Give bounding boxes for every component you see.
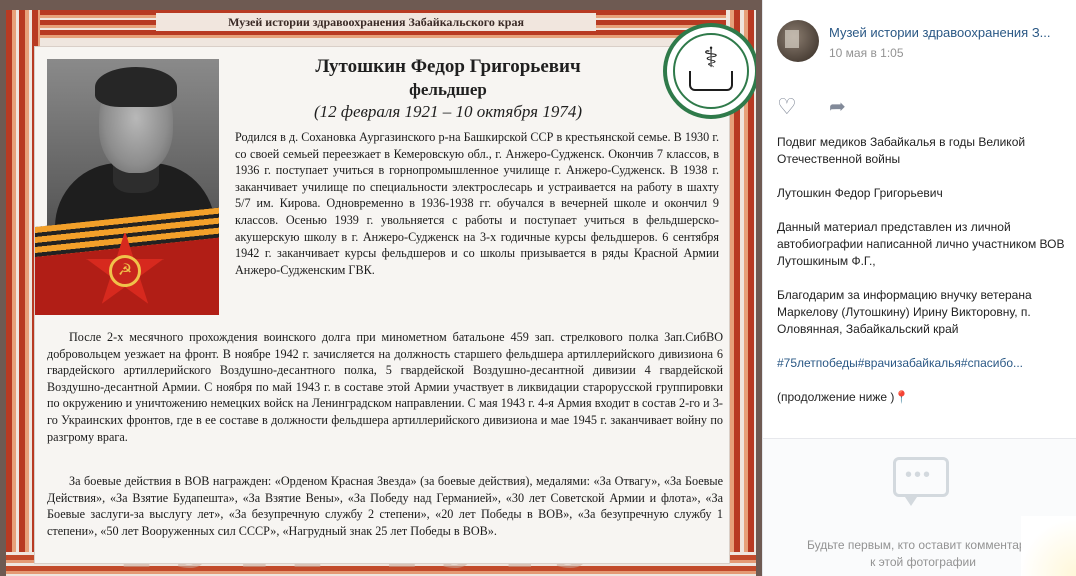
order-of-patriotic-war-icon: ☭ bbox=[35, 207, 219, 315]
post-text-line: Лутошкин Федор Григорьевич bbox=[777, 186, 943, 200]
post-text-line: Данный материал представлен из личной ав… bbox=[777, 220, 1065, 268]
post-actions: ♡ ➦ bbox=[777, 96, 897, 120]
biography-paragraph-2: После 2-х месячного прохождения воинског… bbox=[47, 330, 723, 444]
biography-paragraph-3: За боевые действия в ВОВ награжден: «Орд… bbox=[47, 474, 723, 538]
poster-title-block: Лутошкин Федор Григорьевич фельдшер (12 … bbox=[233, 55, 663, 123]
hashtags-link[interactable]: #75летпобеды#врачизабайкалья#спасибо... bbox=[777, 355, 1067, 372]
biography-card: ☭ ⚕ Лутошкин Федор Григорьевич фельдшер … bbox=[34, 23, 756, 564]
corner-glow bbox=[1021, 516, 1076, 576]
share-arrow-icon[interactable]: ➦ bbox=[829, 96, 855, 118]
post-date[interactable]: 10 мая в 1:05 bbox=[829, 46, 904, 60]
post-text: Подвиг медиков Забайкалья в годы Великой… bbox=[777, 134, 1067, 406]
person-role: фельдшер bbox=[409, 80, 487, 99]
biography-paragraph-1: Родился в д. Сохановка Аургазинского р-н… bbox=[235, 130, 719, 277]
memorial-poster: 1941 1945 Музей истории здравоохранения … bbox=[6, 10, 756, 576]
author-name-link[interactable]: Музей истории здравоохранения З... bbox=[829, 25, 1067, 40]
comment-bubble-icon: ••• bbox=[893, 457, 953, 509]
post-text-line: Подвиг медиков Забайкалья в годы Великой… bbox=[777, 135, 1026, 166]
poster-header: Музей истории здравоохранения Забайкальс… bbox=[156, 13, 596, 31]
continuation-text: (продолжение ниже ) bbox=[777, 390, 895, 404]
heart-icon[interactable]: ♡ bbox=[777, 96, 801, 118]
comments-area: ••• Будьте первым, кто оставит комментар… bbox=[763, 439, 1076, 576]
pin-icon: 📍 bbox=[894, 390, 910, 404]
post-author-row: Музей истории здравоохранения З... 10 ма… bbox=[777, 20, 1067, 68]
avatar[interactable] bbox=[777, 20, 819, 62]
continuation-note: (продолжение ниже )📍 bbox=[777, 389, 1067, 406]
person-dates: (12 февраля 1921 – 10 октября 1974) bbox=[314, 102, 582, 121]
post-text-line: Благодарим за информацию внучку ветерана… bbox=[777, 288, 1032, 336]
photo-viewer[interactable]: 1941 1945 Музей истории здравоохранения … bbox=[0, 0, 762, 576]
person-name: Лутошкин Федор Григорьевич bbox=[315, 56, 581, 77]
museum-seal-icon: ⚕ bbox=[663, 23, 756, 119]
empty-comments-text: Будьте первым, кто оставит комментарий к… bbox=[806, 538, 1039, 569]
post-sidebar: Музей истории здравоохранения З... 10 ма… bbox=[762, 0, 1076, 576]
